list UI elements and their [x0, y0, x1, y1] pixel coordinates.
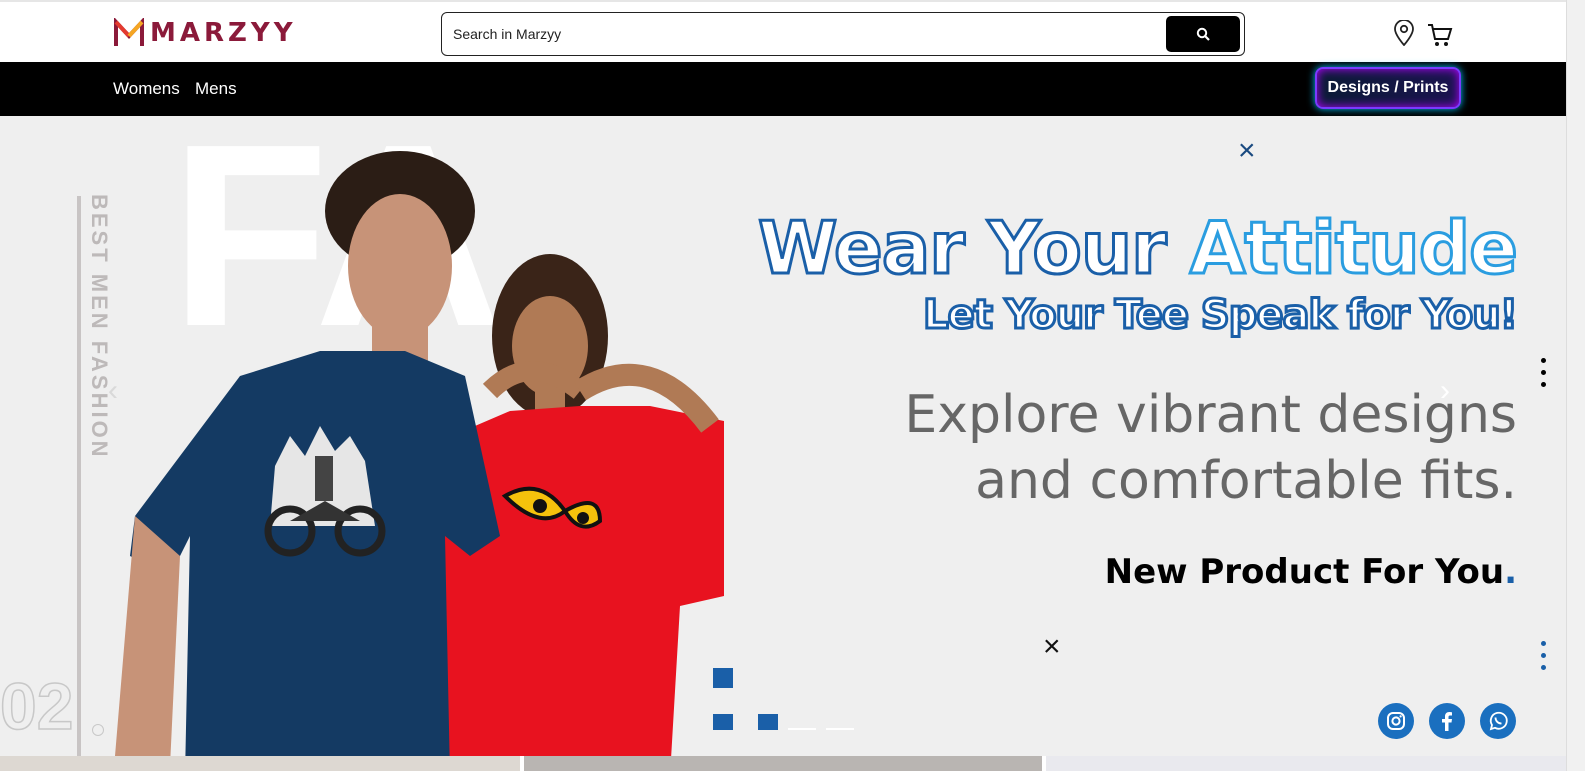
slide-indicator-bar[interactable]: [758, 728, 778, 730]
whatsapp-icon[interactable]: [1480, 703, 1516, 739]
more-options-icon[interactable]: [1541, 358, 1547, 394]
new-product-dot: .: [1504, 552, 1517, 592]
product-thumb[interactable]: [524, 756, 1042, 771]
description-line1: Explore vibrant designs: [904, 385, 1517, 445]
more-options-icon[interactable]: [1541, 641, 1547, 677]
search-bar: [441, 12, 1245, 56]
slide-indicator[interactable]: [758, 714, 778, 728]
decor-cross-icon: ×: [1043, 630, 1061, 663]
location-pin-icon[interactable]: [1393, 20, 1415, 46]
decor-cross-icon: ×: [1238, 134, 1256, 167]
product-thumb[interactable]: [0, 756, 520, 771]
logo-mark-icon: [114, 18, 144, 46]
headline-part2: Attitude: [1188, 205, 1519, 292]
search-input[interactable]: [442, 25, 1166, 43]
header: MARZYY: [0, 0, 1567, 62]
hero-subheadline: Let Your Tee Speak for You!: [922, 291, 1520, 340]
new-product-text: New Product For You.: [1105, 552, 1517, 592]
hero-headline: Wear Your Attitude: [757, 205, 1520, 292]
brand-name: MARZYY: [150, 18, 297, 48]
nav-item-mens[interactable]: Mens: [195, 79, 237, 99]
scrollbar[interactable]: [1566, 0, 1585, 771]
slide-counter-dot: [92, 724, 104, 736]
slide-counter: 02: [0, 668, 74, 744]
description-line2: and comfortable fits.: [975, 451, 1517, 511]
hero-description: Explore vibrant designs and comfortable …: [904, 382, 1517, 514]
search-button[interactable]: [1166, 16, 1240, 52]
hero-models-image: [115, 151, 724, 756]
facebook-icon[interactable]: [1429, 703, 1465, 739]
product-thumb[interactable]: [1046, 756, 1567, 771]
search-icon: [1196, 27, 1210, 41]
main-nav: Womens Mens Designs / Prints: [0, 62, 1567, 116]
instagram-icon[interactable]: [1378, 703, 1414, 739]
hero-vertical-text: BEST MEN FASHION: [87, 194, 112, 460]
cart-icon[interactable]: [1427, 22, 1453, 48]
slide-indicator-bar[interactable]: [826, 728, 854, 730]
slide-indicator-bar[interactable]: [788, 728, 816, 730]
slide-indicator-active[interactable]: [713, 714, 733, 728]
headline-part1: Wear Your: [757, 205, 1190, 292]
designs-prints-button[interactable]: Designs / Prints: [1315, 67, 1461, 109]
slide-indicator-bar[interactable]: [713, 728, 733, 730]
brand-logo[interactable]: MARZYY: [114, 16, 297, 50]
product-strip: [0, 756, 1567, 771]
new-product-label: New Product For You: [1104, 552, 1505, 592]
decor-square: [713, 668, 733, 688]
hero-vertical-line: [77, 196, 81, 756]
nav-item-womens[interactable]: Womens: [113, 79, 180, 99]
hero-banner: FA BEST MEN FASHION 02 ‹ › × × Wear Your…: [0, 116, 1567, 756]
